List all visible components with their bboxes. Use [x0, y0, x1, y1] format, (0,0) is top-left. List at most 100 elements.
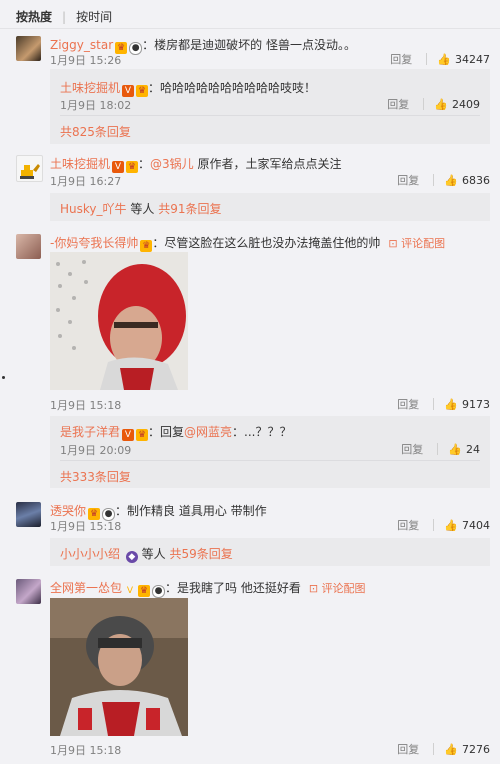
comment-actions: 回复 👍 9173: [397, 396, 490, 412]
comment-text: ：楼房都是迪迦破坏的 怪兽一点没动。。: [142, 38, 356, 52]
like-count: 6836: [462, 173, 490, 187]
v-mark-icon: V: [126, 586, 134, 596]
more-replies-link[interactable]: 共333条回复: [60, 468, 490, 485]
like-count: 7404: [462, 518, 490, 532]
crown-badge-icon: ♛: [138, 585, 151, 597]
action-divider: [433, 174, 435, 186]
reply-summary-box: Husky_吖牛 等人 共91条回复: [50, 193, 490, 221]
scroll-marker: [2, 376, 5, 379]
replier-suffix: 等人: [141, 547, 166, 561]
like-count: 2409: [452, 97, 480, 111]
more-replies-text[interactable]: 共825条回复: [60, 125, 131, 139]
sort-by-time-tab[interactable]: 按时间: [76, 8, 112, 25]
reply-line: 土味挖掘机 V ♛ ：哈哈哈哈哈哈哈哈哈哈吱吱！: [60, 79, 490, 97]
comment-text: ：制作精良 道具用心 带制作: [115, 504, 267, 518]
replier-suffix: 等人: [130, 202, 155, 216]
username[interactable]: -你妈夸我长得帅: [50, 236, 138, 250]
action-divider: [433, 743, 435, 755]
view-pic-label: 评论配图: [321, 582, 366, 595]
reply-divider: [60, 115, 480, 116]
view-comment-image-link[interactable]: ⊡ 评论配图: [388, 237, 445, 250]
avatar-excavator-icon[interactable]: [16, 155, 43, 182]
comment-actions: 回复 👍 7404: [397, 517, 490, 533]
reply-button[interactable]: 回复: [387, 96, 409, 112]
verified-badge-icon: V: [122, 85, 135, 97]
reply-username[interactable]: 土味挖掘机: [60, 81, 120, 95]
action-divider: [426, 53, 428, 65]
like-count: 34247: [455, 52, 490, 66]
avatar[interactable]: [16, 579, 41, 604]
thumb-up-icon[interactable]: 👍: [444, 398, 458, 411]
comment-line: 全网第一怂包 V ♛ ● ：是我瞎了吗 他还挺好看 ⊡ 评论配图: [50, 579, 490, 598]
reply-box: 土味挖掘机 V ♛ ：哈哈哈哈哈哈哈哈哈哈吱吱！ 1月9日 18:02 回复 👍 24…: [50, 69, 490, 144]
comment-actions: 回复 👍 7276: [397, 741, 490, 757]
reply-username[interactable]: 是我子洋君: [60, 425, 120, 439]
view-comment-image-link[interactable]: ⊡ 评论配图: [309, 582, 366, 595]
reply-box: 是我子洋君 V ♛ ：回复@网蓝亮：...？？？ 1月9日 20:09 回复 👍 24…: [50, 416, 490, 488]
username[interactable]: Ziggy_star: [50, 38, 113, 52]
reply-line: 是我子洋君 V ♛ ：回复@网蓝亮：...？？？: [60, 423, 490, 441]
helmet-photo-image: [50, 252, 188, 390]
crown-badge-icon: ♛: [136, 429, 149, 441]
reply-button[interactable]: 回复: [401, 441, 423, 457]
comment-text: 原作者，土家军给点点关注: [193, 157, 342, 171]
reply-summary[interactable]: 小小小小绍 ◆ 等人 共59条回复: [60, 545, 490, 563]
comment-actions: 回复 👍 6836: [397, 172, 490, 188]
panda-icon: ●: [152, 585, 166, 598]
action-divider: [433, 398, 435, 410]
reply-button[interactable]: 回复: [397, 517, 419, 533]
comment-text: ：是我瞎了吗 他还挺好看: [165, 581, 301, 595]
replier-username[interactable]: 小小小小绍: [60, 547, 120, 561]
more-replies-text[interactable]: 共59条回复: [170, 547, 233, 561]
reply-text: ：哈哈哈哈哈哈哈哈哈哈吱吱！: [148, 81, 317, 95]
comment-text: ：尽管这脸在这么脏也没办法掩盖住他的帅: [152, 236, 381, 250]
crown-badge-icon: ♛: [136, 85, 149, 97]
verified-badge-icon: V: [112, 161, 125, 173]
sort-separator: |: [62, 9, 67, 24]
reply-actions: 回复 👍 2409: [387, 96, 480, 112]
replier-username[interactable]: Husky_吖牛: [60, 202, 127, 216]
reply-button[interactable]: 回复: [397, 741, 419, 757]
username[interactable]: 全网第一怂包: [50, 581, 122, 595]
action-divider: [437, 443, 439, 455]
more-replies-text[interactable]: 共333条回复: [60, 470, 131, 484]
reply-button[interactable]: 回复: [390, 51, 412, 67]
verified-badge-icon: V: [122, 429, 135, 441]
header-divider: [0, 28, 500, 29]
avatar[interactable]: [16, 502, 41, 527]
reply-prefix: ：回复: [148, 425, 185, 439]
reply-actions: 回复 👍 24: [401, 441, 480, 457]
helmet-photo-image: [50, 598, 188, 736]
avatar[interactable]: [16, 36, 41, 61]
view-pic-label: 评论配图: [401, 237, 446, 250]
sort-by-hot-tab[interactable]: 按热度: [16, 8, 52, 25]
more-replies-text[interactable]: 共91条回复: [158, 202, 221, 216]
crown-badge-icon: ♛: [126, 161, 139, 173]
reply-summary[interactable]: Husky_吖牛 等人 共91条回复: [60, 200, 490, 217]
reply-divider: [60, 460, 480, 461]
reply-button[interactable]: 回复: [397, 172, 419, 188]
reply-summary-box: 小小小小绍 ◆ 等人 共59条回复: [50, 538, 490, 566]
reply-text: ：...？？？: [232, 425, 292, 439]
action-divider: [433, 519, 435, 531]
sort-bar: 按热度 | 按时间: [16, 8, 112, 25]
comment-image[interactable]: [50, 252, 188, 390]
comment-image[interactable]: [50, 598, 188, 736]
username[interactable]: 透哭你: [50, 504, 86, 518]
crown-badge-icon: ♛: [140, 240, 153, 252]
mention-link[interactable]: @网蓝亮: [184, 425, 232, 439]
mention-link[interactable]: @3锅儿: [150, 157, 194, 171]
action-divider: [423, 98, 425, 110]
more-replies-link[interactable]: 共825条回复: [60, 123, 490, 140]
reply-button[interactable]: 回复: [397, 396, 419, 412]
thumb-up-icon[interactable]: 👍: [437, 53, 451, 66]
thumb-up-icon[interactable]: 👍: [444, 519, 458, 532]
username[interactable]: 土味挖掘机: [50, 157, 110, 171]
thumb-up-icon[interactable]: 👍: [444, 174, 458, 187]
thumb-up-icon[interactable]: 👍: [444, 743, 458, 756]
thumb-up-icon[interactable]: 👍: [434, 98, 448, 111]
like-count: 7276: [462, 742, 490, 756]
avatar[interactable]: [16, 234, 41, 259]
member-badge-icon: ◆: [125, 551, 138, 563]
thumb-up-icon[interactable]: 👍: [448, 443, 462, 456]
